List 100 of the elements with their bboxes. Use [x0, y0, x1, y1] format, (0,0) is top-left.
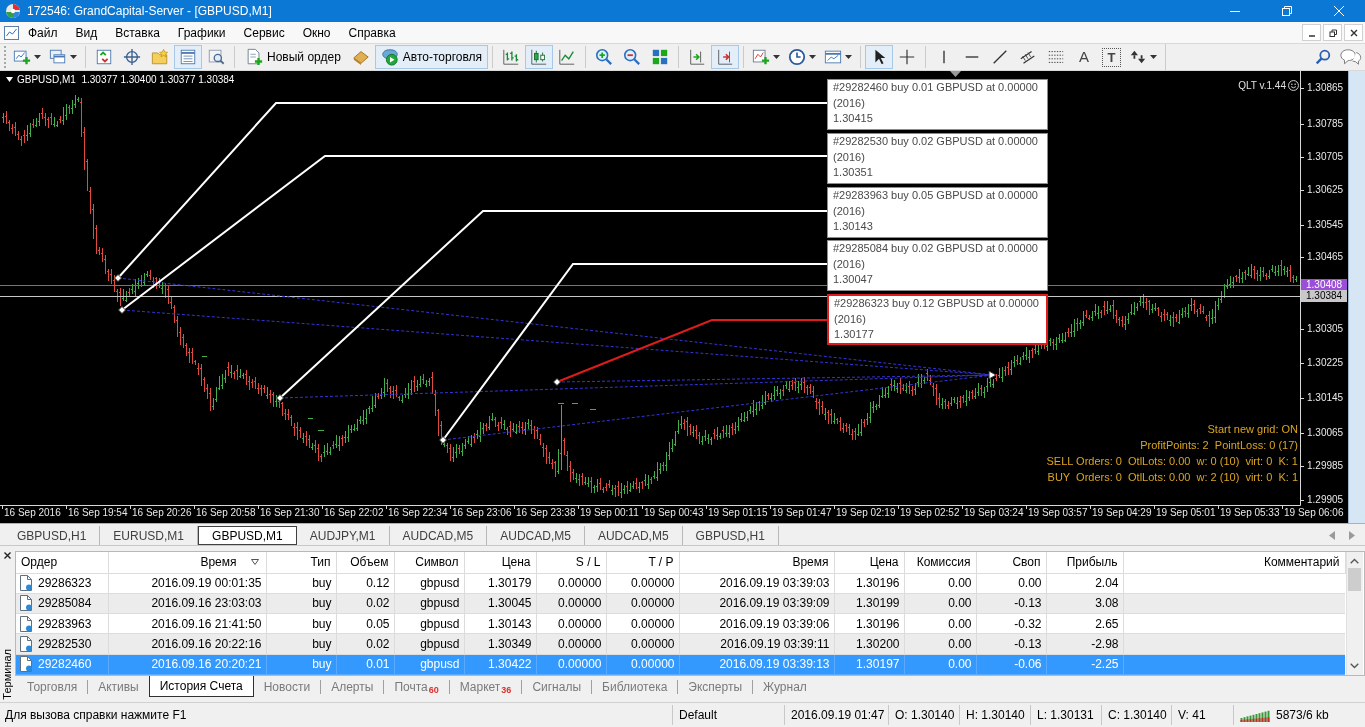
- window-arrows-icon[interactable]: [95, 48, 113, 66]
- trade-marker-icon[interactable]: [114, 274, 122, 282]
- toolbar-button[interactable]: Новый ордер: [239, 45, 347, 69]
- play-icon[interactable]: [380, 48, 399, 66]
- scrollbar[interactable]: [1345, 552, 1363, 675]
- rhombus-icon[interactable]: [351, 48, 370, 66]
- chevron-up-icon[interactable]: [1350, 558, 1359, 564]
- column-header[interactable]: S / L: [575, 553, 601, 572]
- trade-label[interactable]: #29283963 buy 0.05 GBPUSD at 0.00000 (2016) 1.30143: [827, 187, 1048, 238]
- trade-marker-icon[interactable]: [276, 394, 284, 402]
- column-header[interactable]: Комментарий: [1263, 553, 1340, 572]
- close-icon[interactable]: [4, 552, 11, 559]
- axis-arrow-icon[interactable]: [688, 48, 707, 66]
- column-header[interactable]: Цена: [869, 553, 899, 572]
- tab[interactable]: Торговля: [17, 676, 88, 697]
- text-label-button[interactable]: T: [1102, 47, 1122, 67]
- menu-item[interactable]: Вид: [66, 23, 107, 42]
- menu-item[interactable]: Сервис: [234, 23, 294, 42]
- tab[interactable]: Библиотека: [592, 676, 678, 697]
- trade-label[interactable]: #29285084 buy 0.02 GBPUSD at 0.00000 (2016) 1.30047: [827, 240, 1048, 291]
- chart-tab[interactable]: GBPUSD,M1: [198, 526, 297, 545]
- window-button[interactable]: [1323, 24, 1342, 41]
- column-header[interactable]: Своп: [1012, 553, 1041, 572]
- list-window-icon[interactable]: [179, 48, 197, 66]
- column-header[interactable]: Тип: [310, 553, 331, 572]
- tab[interactable]: Активы: [88, 676, 149, 697]
- scroll-right-icon[interactable]: [1349, 531, 1355, 540]
- trade-label[interactable]: #29286323 buy 0.12 GBPUSD at 0.00000 (2016) 1.30177: [827, 294, 1048, 345]
- column-header[interactable]: Объем: [350, 553, 389, 572]
- trade-marker-icon[interactable]: [118, 306, 126, 314]
- trade-label[interactable]: #29282530 buy 0.02 GBPUSD at 0.00000 (2016) 1.30351: [827, 133, 1048, 184]
- crosshair-icon[interactable]: [898, 48, 917, 66]
- trade-label[interactable]: #29282460 buy 0.01 GBPUSD at 0.00000 (2016) 1.30415: [827, 79, 1048, 130]
- search-icon[interactable]: [1314, 48, 1332, 66]
- info-text: Start new grid: ON: [1207, 422, 1298, 437]
- caret-icon[interactable]: [6, 77, 13, 82]
- chart-plus-icon[interactable]: [13, 48, 31, 66]
- shift-marker-icon[interactable]: [950, 71, 961, 77]
- chart-tab[interactable]: AUDCAD,M5: [389, 526, 488, 545]
- scroll-left-icon[interactable]: [1329, 531, 1335, 540]
- column-header[interactable]: Символ: [415, 553, 459, 572]
- axis-label: 1.30545: [1307, 219, 1344, 231]
- column-header[interactable]: Цена: [501, 553, 531, 572]
- line-chart-icon[interactable]: [558, 48, 577, 66]
- tab[interactable]: Эксперты: [678, 676, 753, 697]
- table-row[interactable]: 29282530 2016.09.16 20:22:16 buy 0.02 gbpusd 1.30349 0.00000 0.00000 2016.09.19 03:39:11 1.30200 0.00 -0.13 -2.98: [16, 633, 1345, 655]
- window-button[interactable]: [1302, 24, 1321, 41]
- zoom-out-icon[interactable]: [623, 48, 642, 66]
- column-header[interactable]: Время: [792, 553, 829, 572]
- candlestick-icon[interactable]: [530, 48, 549, 66]
- chart-window-icon[interactable]: [824, 48, 843, 66]
- tab[interactable]: История Счета: [148, 676, 254, 697]
- sort-icon[interactable]: [250, 559, 259, 566]
- chart-window-icon[interactable]: [4, 25, 19, 40]
- close-icon[interactable]: [1349, 28, 1358, 37]
- window-button[interactable]: [1344, 24, 1363, 41]
- table-row[interactable]: 29285084 2016.09.16 23:03:03 buy 0.02 gbpusd 1.30045 0.00000 0.00000 2016.09.19 03:39:09 1.30199 0.00 -0.13 3.08: [16, 593, 1345, 614]
- chart-plus-icon[interactable]: [752, 48, 771, 66]
- axis-arrow-icon[interactable]: [716, 48, 735, 66]
- tab[interactable]: Новости: [253, 676, 321, 697]
- restore-icon[interactable]: [1328, 28, 1337, 37]
- chart-tab[interactable]: AUDCAD,M5: [584, 526, 683, 545]
- menu-item[interactable]: Вставка: [106, 23, 169, 42]
- menu-item[interactable]: Справка: [339, 23, 405, 42]
- column-header[interactable]: Ордер: [21, 553, 58, 572]
- magnifier-window-icon[interactable]: [207, 48, 225, 66]
- table-cell: 1.30349: [464, 633, 536, 655]
- chart-tab[interactable]: AUDJPY,M1: [296, 526, 390, 545]
- text-tool-button[interactable]: A: [1070, 45, 1099, 69]
- column-header[interactable]: T / P: [648, 553, 674, 572]
- menu-item[interactable]: Графики: [168, 23, 235, 42]
- trade-marker-icon[interactable]: [553, 378, 561, 386]
- tab[interactable]: Алерты: [321, 676, 384, 697]
- tab[interactable]: Сигналы: [522, 676, 592, 697]
- folder-star-icon[interactable]: [151, 48, 169, 66]
- info-text: BUY Orders: 0 OtlLots: 0.00 w: 2 (10) virt: 0 K: 1: [1047, 470, 1298, 485]
- stacked-windows-icon[interactable]: [49, 48, 67, 66]
- document-plus-icon[interactable]: [245, 48, 263, 66]
- chart-tab[interactable]: GBPUSD,H1: [682, 526, 779, 545]
- chevron-down-icon[interactable]: [1350, 663, 1359, 669]
- column-header[interactable]: Время: [200, 553, 237, 572]
- column-header[interactable]: Комиссия: [916, 553, 971, 572]
- chart-tab[interactable]: GBPUSD,H1: [4, 526, 101, 545]
- arrows-icon[interactable]: [1129, 48, 1148, 66]
- table-cell: gbpusd: [394, 654, 464, 675]
- zoom-in-icon[interactable]: [595, 48, 614, 66]
- tab[interactable]: Журнал: [753, 676, 817, 697]
- trade-marker-icon[interactable]: [439, 436, 447, 444]
- scrollbar-thumb[interactable]: [1348, 568, 1361, 591]
- toolbar-button[interactable]: [865, 45, 894, 69]
- column-header[interactable]: Прибыль: [1066, 553, 1118, 572]
- target-icon[interactable]: [123, 48, 141, 66]
- grid-icon[interactable]: [651, 48, 670, 66]
- hatched-channel-icon[interactable]: [1019, 48, 1038, 66]
- toolbar-button[interactable]: Авто-торговля: [374, 45, 489, 69]
- menu-item[interactable]: Окно: [293, 23, 340, 42]
- bar-chart-icon[interactable]: [502, 48, 521, 66]
- menu-item[interactable]: Файл: [19, 23, 67, 42]
- clock-icon[interactable]: [788, 48, 807, 66]
- chart-tab[interactable]: AUDCAD,M5: [487, 526, 585, 545]
